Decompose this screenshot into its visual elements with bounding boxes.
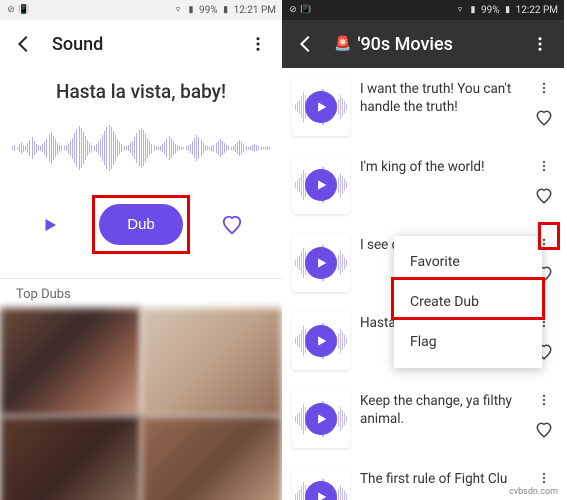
item-favorite-button[interactable]: [534, 420, 554, 440]
audio-thumbnail[interactable]: [292, 234, 350, 292]
highlight-dub: Dub: [92, 195, 190, 254]
list-item[interactable]: I'm king of the world!: [292, 146, 554, 224]
page-title: 🚨 '90s Movies: [334, 34, 512, 55]
waveform: [12, 121, 270, 175]
siren-icon: 🚨: [334, 36, 351, 52]
play-button[interactable]: [38, 213, 62, 237]
audio-thumbnail[interactable]: [292, 156, 350, 214]
play-circle-icon[interactable]: [305, 169, 337, 201]
item-more-button[interactable]: [534, 390, 554, 410]
section-label: Top Dubs: [0, 279, 282, 308]
item-actions: [534, 156, 554, 206]
vibrate-icon: 📳: [19, 5, 29, 15]
play-circle-icon[interactable]: [305, 91, 337, 123]
item-more-button[interactable]: [534, 468, 554, 488]
item-actions: [534, 78, 554, 128]
item-actions: [534, 390, 554, 440]
item-more-button[interactable]: [534, 78, 554, 98]
dub-thumbnail[interactable]: [141, 308, 282, 416]
screen-sound: ⊘ 📳 ▿ ▮ 99% ▮ 12:21 PM Sound Hasta la vi…: [0, 0, 282, 500]
more-button[interactable]: [528, 32, 552, 56]
battery-pct: 99%: [199, 5, 218, 16]
audio-thumbnail[interactable]: [292, 78, 350, 136]
alarm-off-icon: ⊘: [288, 5, 298, 15]
controls-row: Dub: [0, 195, 282, 254]
clock: 12:21 PM: [234, 5, 276, 16]
battery-pct: 99%: [481, 5, 500, 16]
item-title: Keep the change, ya filthy animal.: [360, 390, 524, 428]
play-circle-icon[interactable]: [305, 247, 337, 279]
back-button[interactable]: [12, 32, 36, 56]
clock: 12:22 PM: [516, 5, 558, 16]
highlight-more: [538, 222, 560, 250]
wifi-icon: ▿: [455, 5, 465, 15]
audio-thumbnail[interactable]: [292, 312, 350, 370]
item-title: I'm king of the world!: [360, 156, 524, 177]
item-favorite-button[interactable]: [534, 108, 554, 128]
wifi-icon: ▿: [173, 5, 183, 15]
item-title: The first rule of Fight Clu: [360, 468, 524, 489]
dub-button[interactable]: Dub: [99, 204, 183, 245]
vibrate-icon: 📳: [301, 5, 311, 15]
status-bar: ⊘ 📳 ▿ ▮ 99% ▮ 12:22 PM: [282, 0, 564, 20]
dub-thumbnail[interactable]: [0, 308, 141, 416]
page-title: Sound: [52, 34, 230, 55]
list-item[interactable]: Keep the change, ya filthy animal.: [292, 380, 554, 458]
signal-icon: ▮: [468, 5, 478, 15]
context-menu: Favorite Create Dub Flag: [394, 236, 542, 368]
play-circle-icon[interactable]: [305, 325, 337, 357]
menu-flag[interactable]: Flag: [394, 322, 542, 362]
item-title: I want the truth! You can't handle the t…: [360, 78, 524, 116]
item-more-button[interactable]: [534, 156, 554, 176]
favorite-button[interactable]: [220, 213, 244, 237]
item-favorite-button[interactable]: [534, 186, 554, 206]
highlight-create-dub: [391, 277, 545, 320]
audio-thumbnail[interactable]: [292, 390, 350, 448]
dub-thumbnail[interactable]: [0, 416, 141, 500]
menu-favorite[interactable]: Favorite: [394, 242, 542, 282]
page-title-text: '90s Movies: [357, 34, 452, 55]
more-button[interactable]: [246, 32, 270, 56]
alarm-off-icon: ⊘: [6, 5, 16, 15]
list-item[interactable]: I want the truth! You can't handle the t…: [292, 68, 554, 146]
watermark: cvbsdn.com: [509, 487, 558, 497]
app-bar: 🚨 '90s Movies: [282, 20, 564, 68]
play-circle-icon[interactable]: [305, 403, 337, 435]
battery-icon: ▮: [221, 5, 231, 15]
audio-thumbnail[interactable]: [292, 468, 350, 500]
sound-title: Hasta la vista, baby!: [16, 80, 266, 103]
signal-icon: ▮: [186, 5, 196, 15]
dub-thumbnail[interactable]: [141, 416, 282, 500]
screen-movies: ⊘ 📳 ▿ ▮ 99% ▮ 12:22 PM 🚨 '90s Movies I w…: [282, 0, 564, 500]
battery-icon: ▮: [503, 5, 513, 15]
top-dubs-grid: [0, 308, 282, 500]
app-bar: Sound: [0, 20, 282, 68]
status-bar: ⊘ 📳 ▿ ▮ 99% ▮ 12:21 PM: [0, 0, 282, 20]
back-button[interactable]: [294, 32, 318, 56]
